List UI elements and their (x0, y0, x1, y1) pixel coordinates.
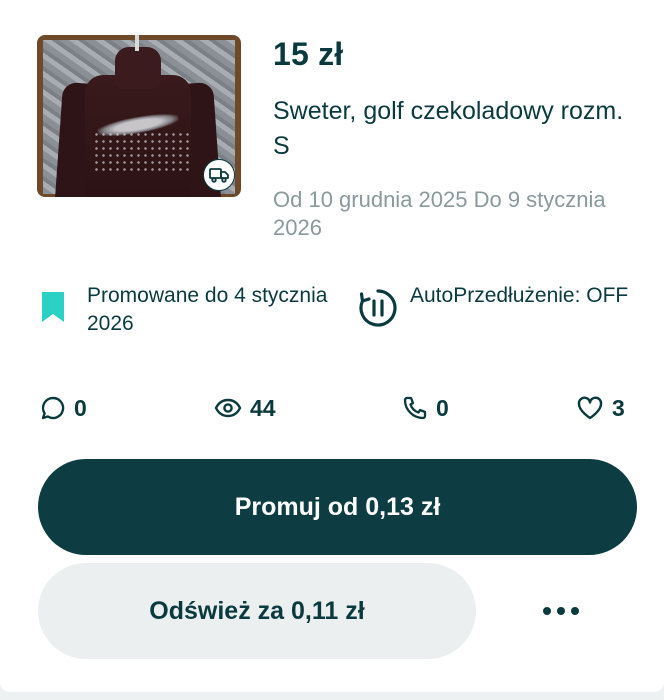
sweater-sequins (93, 131, 189, 171)
auto-renew-info[interactable]: AutoPrzedłużenie: OFF (357, 282, 657, 340)
promoted-info: Promowane do 4 stycznia 2026 (40, 282, 330, 340)
messages-stat: 0 (40, 393, 87, 423)
auto-renew-paused-icon (357, 287, 399, 334)
delivery-truck-icon (203, 159, 235, 191)
more-options-button[interactable] (520, 586, 602, 636)
more-horizontal-icon (543, 607, 551, 615)
eye-icon (214, 397, 242, 419)
listing-thumbnail[interactable] (37, 35, 241, 197)
promote-button[interactable]: Promuj od 0,13 zł (38, 459, 637, 555)
calls-count: 0 (436, 394, 449, 421)
heart-icon (576, 395, 604, 421)
calls-stat: 0 (402, 393, 449, 423)
more-dot (571, 607, 579, 615)
sweater-collar (115, 47, 161, 89)
likes-count: 3 (612, 394, 625, 421)
likes-stat: 3 (576, 393, 625, 423)
bookmark-icon (40, 290, 66, 329)
promoted-until-text: Promowane do 4 stycznia 2026 (87, 284, 328, 335)
hanger (135, 35, 139, 51)
listing-dates: Od 10 grudnia 2025 Do 9 stycznia 2026 (273, 187, 606, 240)
message-icon (40, 395, 66, 421)
more-dot (557, 607, 565, 615)
phone-icon (402, 395, 428, 421)
messages-count: 0 (74, 394, 87, 421)
auto-renew-text: AutoPrzedłużenie: OFF (410, 284, 629, 307)
views-stat: 44 (214, 393, 276, 423)
listing-price: 15 zł (273, 36, 344, 72)
refresh-button[interactable]: Odśwież za 0,11 zł (38, 563, 476, 659)
listing-title[interactable]: Sweter, golf czekoladowy rozm. S (273, 94, 633, 164)
listing-card: 15 zł Sweter, golf czekoladowy rozm. S O… (0, 0, 664, 692)
views-count: 44 (250, 394, 276, 421)
